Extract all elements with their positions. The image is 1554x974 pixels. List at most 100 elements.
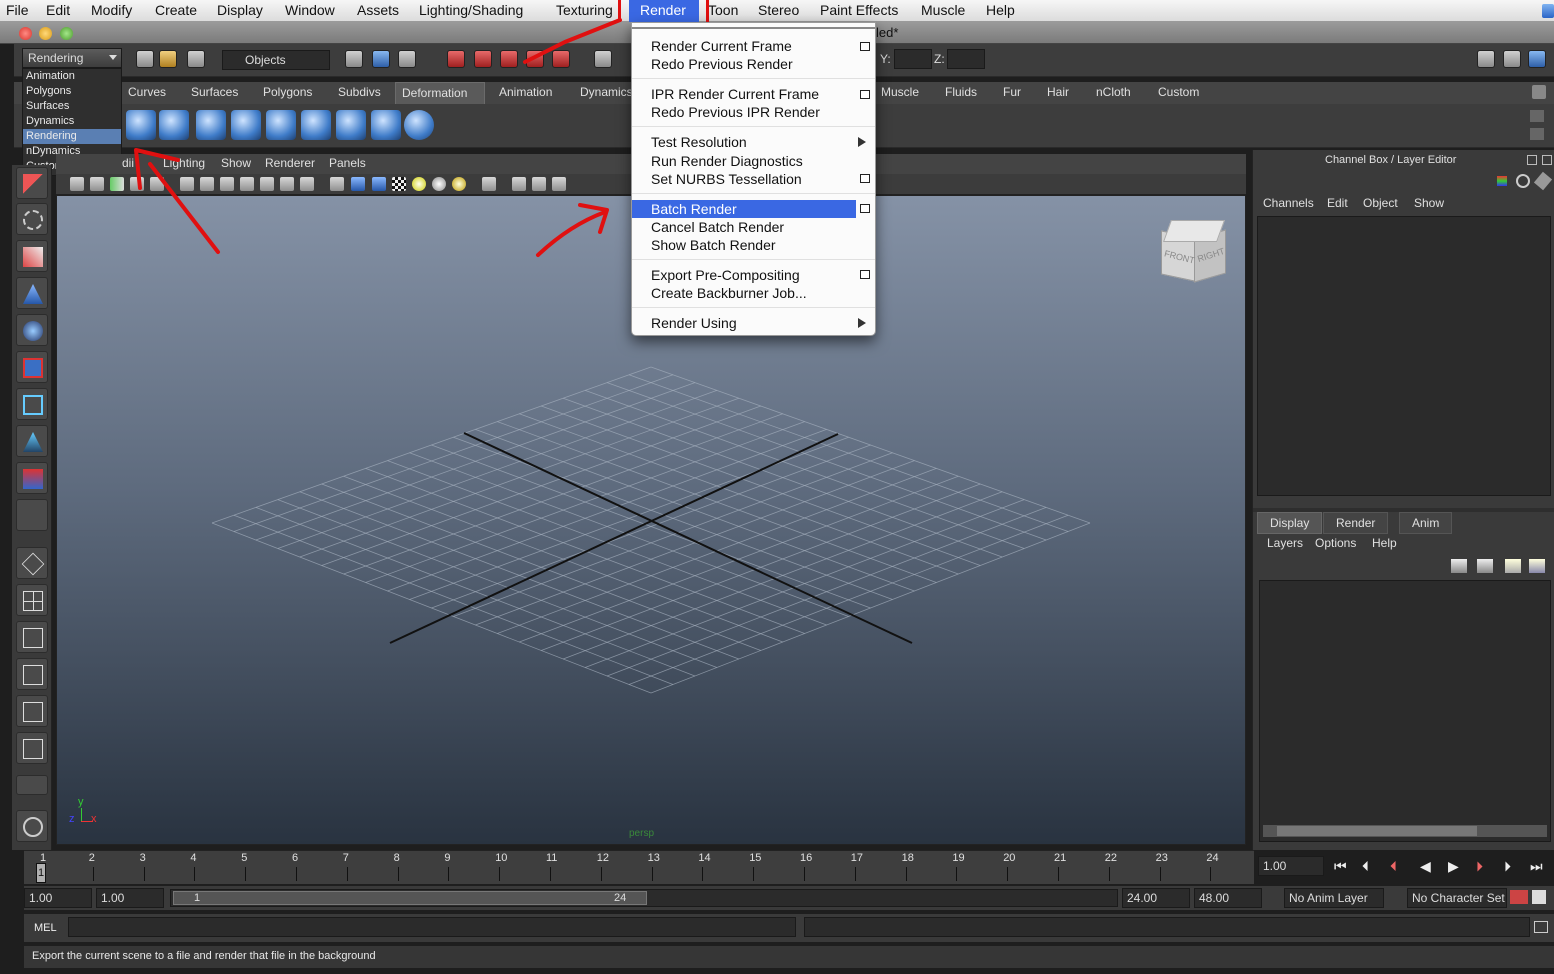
menu-window[interactable]: Window: [285, 2, 335, 18]
new-layer-selected-icon[interactable]: [1529, 559, 1545, 573]
channel-box-toggle-icon[interactable]: [1528, 50, 1546, 68]
playback-end-field[interactable]: 24.00: [1122, 888, 1190, 908]
channel-display-icon[interactable]: [1516, 174, 1530, 188]
paint-select-tool-icon[interactable]: [16, 240, 48, 272]
channel-list[interactable]: [1257, 216, 1551, 496]
panel-menu-panels[interactable]: Panels: [329, 156, 366, 170]
high-quality-icon[interactable]: [372, 177, 386, 191]
snap-grid-icon[interactable]: [447, 50, 465, 68]
shadows-icon[interactable]: [300, 177, 314, 191]
step-forward-frame-icon[interactable]: ⏵: [1504, 858, 1511, 875]
go-to-start-icon[interactable]: ⏮: [1334, 858, 1347, 875]
wireframe-on-shaded-icon[interactable]: [220, 177, 234, 191]
select-component-icon[interactable]: [398, 50, 416, 68]
menu-help[interactable]: Help: [986, 2, 1015, 18]
layer-tab-display[interactable]: Display: [1257, 512, 1323, 534]
play-forwards-icon[interactable]: ▶: [1448, 858, 1459, 875]
menu-paint-effects[interactable]: Paint Effects: [820, 2, 898, 18]
menuset-dropdown[interactable]: Rendering: [22, 48, 122, 68]
isolate-select-icon[interactable]: [330, 177, 344, 191]
menu-assets[interactable]: Assets: [357, 2, 399, 18]
twist-deformer-icon[interactable]: [266, 110, 296, 140]
step-back-frame-icon[interactable]: ⏴: [1362, 858, 1369, 875]
lattice-icon[interactable]: [336, 110, 366, 140]
batch-render-option-icon[interactable]: [860, 204, 870, 213]
snap-view-icon[interactable]: [526, 50, 544, 68]
lasso-tool-icon[interactable]: [16, 203, 48, 235]
lights-icon[interactable]: [412, 177, 426, 191]
camera-select-icon[interactable]: [70, 177, 84, 191]
camera-attributes-icon[interactable]: [90, 177, 104, 191]
shelf-tab-deformation[interactable]: Deformation: [395, 82, 485, 104]
bookmark-icon[interactable]: [110, 177, 124, 191]
wave-deformer-icon[interactable]: [301, 110, 331, 140]
gate-mask-icon[interactable]: [552, 177, 566, 191]
persp-graph-layout-icon[interactable]: [16, 658, 48, 690]
shelf-tab-polygons[interactable]: Polygons: [257, 82, 318, 104]
menu-item-create-backburner-job[interactable]: Create Backburner Job...: [632, 284, 875, 302]
start-time-field[interactable]: 1.00: [24, 888, 92, 908]
time-slider[interactable]: 1 2 3 4 5 6 7 8 9 10 11 12 13 14 15 16 17 18 19 20 21 22 23 24 1: [24, 850, 1254, 884]
open-scene-icon[interactable]: [159, 50, 177, 68]
menu-modify[interactable]: Modify: [91, 2, 132, 18]
hypershade-layout-icon[interactable]: [16, 695, 48, 727]
menu-item-set-nurbs-tessellation[interactable]: Set NURBS Tessellation: [632, 170, 875, 188]
flare-deformer-icon[interactable]: [159, 110, 189, 140]
menu-create[interactable]: Create: [155, 2, 197, 18]
float-panel-icon[interactable]: [1527, 155, 1537, 165]
menu-file[interactable]: File: [6, 2, 29, 18]
channel-settings-icon[interactable]: [1497, 176, 1507, 186]
close-panel-icon[interactable]: [1542, 155, 1552, 165]
menu-item-cancel-batch-render[interactable]: Cancel Batch Render: [632, 218, 875, 236]
menu-item-render-using[interactable]: Render Using: [632, 314, 875, 332]
shelf-tab-curves[interactable]: Curves: [122, 82, 172, 104]
ambient-occlusion-icon[interactable]: [432, 177, 446, 191]
layer-scrollbar[interactable]: [1263, 825, 1547, 837]
shelf-tab-surfaces[interactable]: Surfaces: [185, 82, 244, 104]
checker-icon[interactable]: [392, 177, 406, 191]
smooth-shade-icon[interactable]: [200, 177, 214, 191]
layer-tab-anim[interactable]: Anim: [1399, 512, 1453, 534]
shelf-tab-custom[interactable]: Custom: [1152, 82, 1205, 104]
menuset-item-polygons[interactable]: Polygons: [23, 84, 121, 99]
playback-start-field[interactable]: 1.00: [96, 888, 164, 908]
wrap-deformer-icon[interactable]: [371, 110, 401, 140]
tool-settings-icon[interactable]: [1503, 50, 1521, 68]
range-slider[interactable]: 1 24: [170, 889, 1118, 907]
squash-deformer-icon[interactable]: [231, 110, 261, 140]
select-hierarchy-icon[interactable]: [345, 50, 363, 68]
scale-tool-icon[interactable]: [16, 351, 48, 383]
menu-item-ipr-render-current-frame[interactable]: IPR Render Current Frame: [632, 85, 875, 103]
persp-outliner-layout-icon[interactable]: [16, 621, 48, 653]
save-scene-icon[interactable]: [187, 50, 205, 68]
zoom-window-button[interactable]: [60, 27, 73, 40]
four-view-layout-icon[interactable]: [16, 584, 48, 616]
attribute-editor-icon[interactable]: [1477, 50, 1495, 68]
menu-lighting-shading[interactable]: Lighting/Shading: [419, 2, 523, 18]
view-cube[interactable]: FRONT RIGHT: [1157, 216, 1229, 288]
shelf-tab-ncloth[interactable]: nCloth: [1090, 82, 1137, 104]
menu-item-show-batch-render[interactable]: Show Batch Render: [632, 236, 875, 254]
step-back-key-icon[interactable]: ⏴: [1390, 858, 1397, 875]
default-material-icon[interactable]: [351, 177, 365, 191]
menu-muscle[interactable]: Muscle: [921, 2, 965, 18]
command-language-label[interactable]: MEL: [34, 922, 57, 934]
export-pre-compositing-option-icon[interactable]: [860, 270, 870, 279]
last-tool-icon[interactable]: [16, 499, 48, 531]
z-field[interactable]: [947, 49, 985, 69]
menu-texturing[interactable]: Texturing: [556, 2, 620, 18]
move-layer-down-icon[interactable]: [1477, 559, 1493, 573]
ipr-render-option-icon[interactable]: [860, 90, 870, 99]
persp-graph-outliner-layout-icon[interactable]: [16, 732, 48, 764]
channel-menu-object[interactable]: Object: [1363, 196, 1398, 210]
motion-blur-icon[interactable]: [452, 177, 466, 191]
selection-mask-dropdown[interactable]: Objects: [222, 50, 330, 70]
layer-menu-layers[interactable]: Layers: [1267, 536, 1303, 550]
history-icon[interactable]: [594, 50, 612, 68]
menu-item-render-current-frame[interactable]: Render Current Frame: [632, 37, 875, 55]
shelf-tab-fluids[interactable]: Fluids: [939, 82, 983, 104]
textured-icon[interactable]: [260, 177, 274, 191]
render-current-frame-option-icon[interactable]: [860, 42, 870, 51]
make-live-icon[interactable]: [552, 50, 570, 68]
rotate-tool-icon[interactable]: [16, 314, 48, 346]
